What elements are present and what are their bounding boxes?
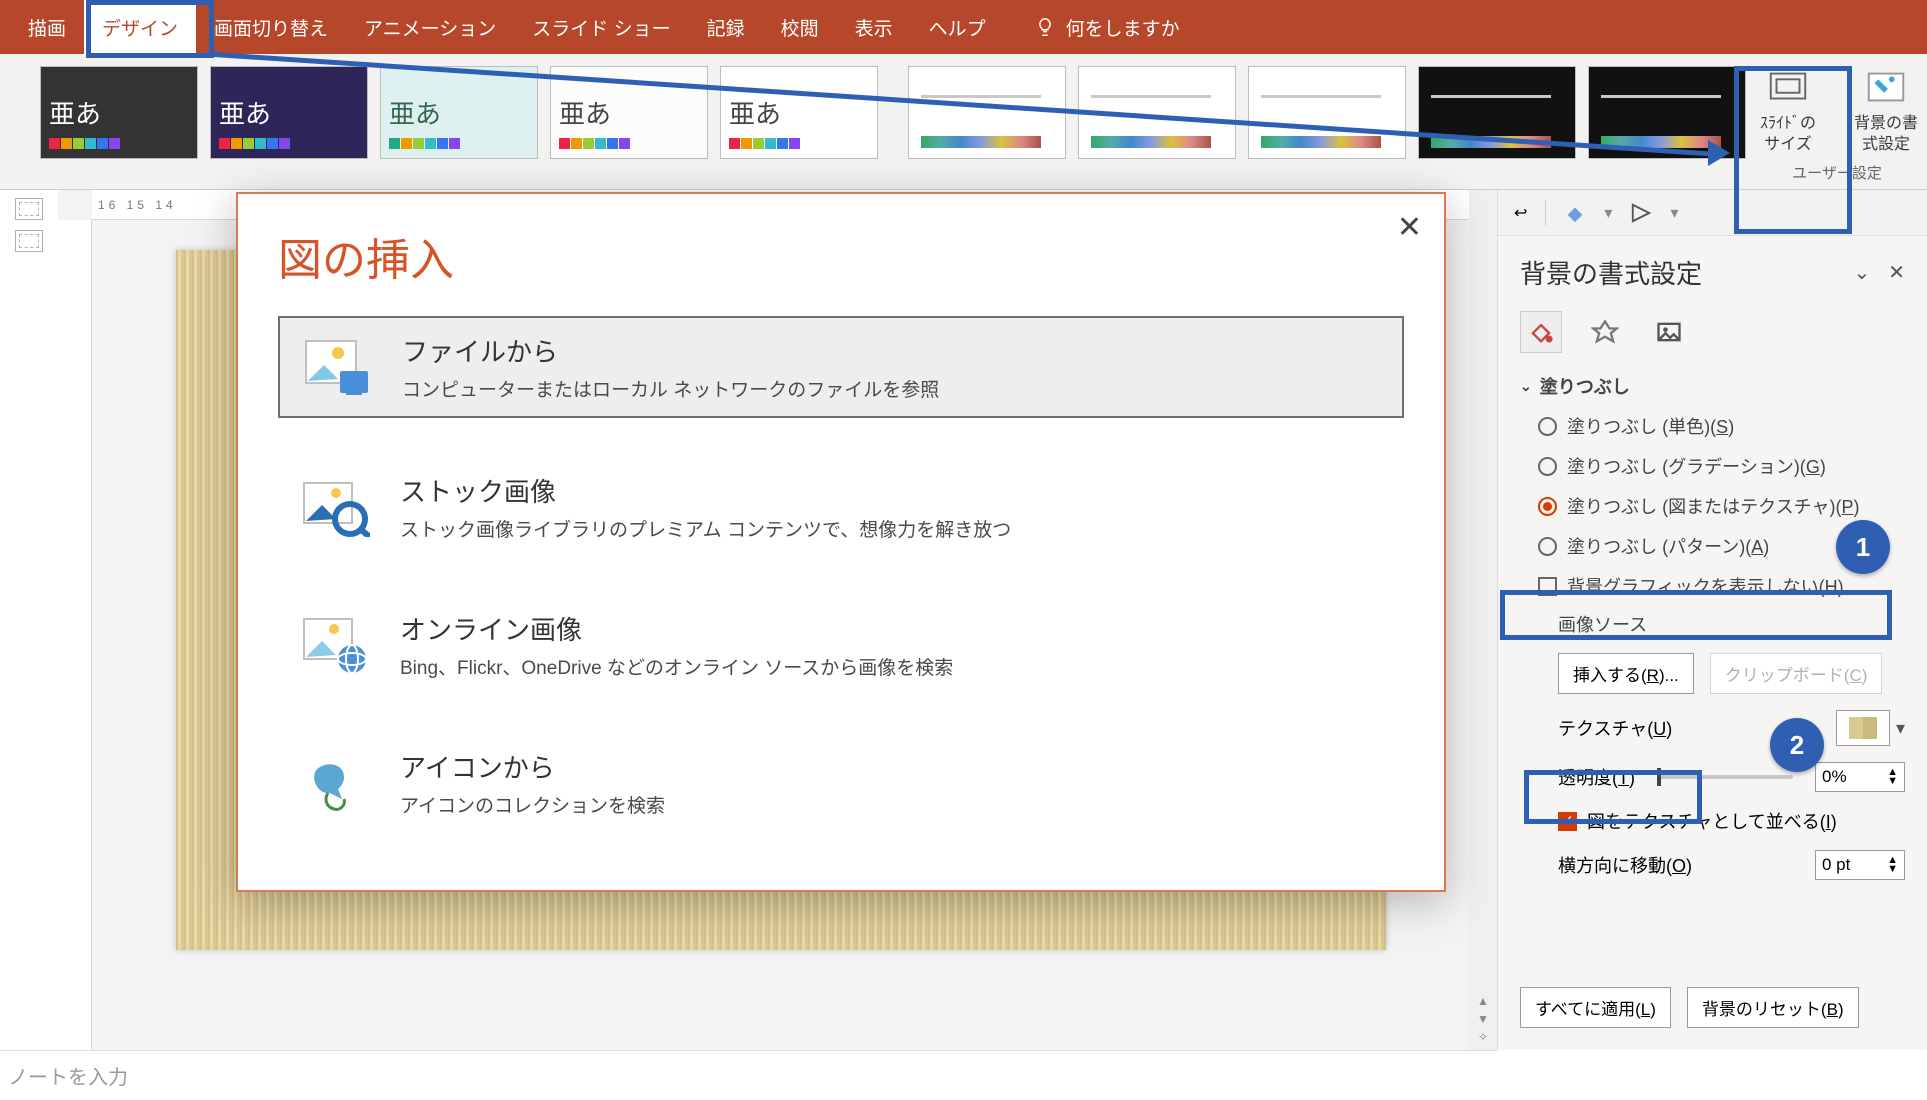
variant-thumb[interactable] <box>1248 66 1406 159</box>
tell-me-label: 何をしますか <box>1066 14 1180 41</box>
insert-picture-dialog: ✕ 図の挿入 ファイルからコンピューターまたはローカル ネットワークのファイルを… <box>236 192 1446 892</box>
tab-transitions[interactable]: 画面切り替え <box>196 0 346 55</box>
online-images-icon <box>300 615 370 675</box>
picture-tab-icon[interactable] <box>1648 311 1690 353</box>
fill-section-header[interactable]: ⌄塗りつぶし <box>1498 365 1927 407</box>
image-source-label: 画像ソース <box>1558 611 1905 637</box>
pane-title: 背景の書式設定 <box>1520 254 1702 291</box>
tab-record[interactable]: 記録 <box>689 0 763 55</box>
offset-x-label: 横方向に移動(O) <box>1558 852 1692 878</box>
option-from-icons[interactable]: アイコンからアイコンのコレクションを検索 <box>278 734 1404 832</box>
theme-thumb[interactable]: 亜あ <box>40 66 198 159</box>
option-desc: アイコンのコレクションを検索 <box>400 791 665 818</box>
format-background-button[interactable]: 背景の書 式設定 <box>1844 64 1927 156</box>
format-background-pane: ↩ ▾ ▾ 背景の書式設定 ⌄ ✕ ⌄塗りつぶし 塗りつぶし (単色)(S) 塗… <box>1497 190 1927 1050</box>
slide-size-label: ｽﾗｲﾄﾞの サイズ <box>1760 114 1816 156</box>
fill-picture-radio[interactable]: 塗りつぶし (図またはテクスチャ)(P) <box>1538 493 1905 519</box>
customize-group: ｽﾗｲﾄﾞの サイズ 背景の書 式設定 ユーザー設定 <box>1746 62 1927 183</box>
fill-solid-radio[interactable]: 塗りつぶし (単色)(S) <box>1538 413 1905 439</box>
slide-size-button[interactable]: ｽﾗｲﾄﾞの サイズ <box>1746 64 1830 156</box>
tab-review[interactable]: 校閲 <box>763 0 837 55</box>
insert-picture-button[interactable]: 挿入する(R)... <box>1558 653 1694 694</box>
ribbon-tabs: 描画 デザイン 画面切り替え アニメーション スライド ショー 記録 校閲 表示… <box>0 0 1927 54</box>
vertical-ruler <box>58 220 92 1050</box>
shape-fill-icon[interactable] <box>1564 202 1586 224</box>
file-picture-icon <box>302 337 372 397</box>
texture-label: テクスチャ(U) <box>1558 715 1672 741</box>
close-pane-icon[interactable]: ✕ <box>1888 260 1905 285</box>
hide-background-graphics-check[interactable]: 背景グラフィックを表示しない(H) <box>1538 573 1905 599</box>
transparency-slider[interactable] <box>1657 775 1793 779</box>
annotation-arrow-head <box>1708 140 1730 166</box>
fill-gradient-radio[interactable]: 塗りつぶし (グラデーション)(G) <box>1538 453 1905 479</box>
offset-x-value[interactable]: 0 pt▲▼ <box>1815 850 1905 880</box>
theme-thumb[interactable]: 亜あ <box>210 66 368 159</box>
tab-help[interactable]: ヘルプ <box>911 0 1004 55</box>
dropdown-icon[interactable]: ▾ <box>1896 718 1905 739</box>
tab-slideshow[interactable]: スライド ショー <box>514 0 688 55</box>
fill-tab-icon[interactable] <box>1520 311 1562 353</box>
customize-group-label: ユーザー設定 <box>1792 162 1882 183</box>
option-title: アイコンから <box>400 748 665 785</box>
tile-as-texture-check[interactable]: 図をテクスチャとして並べる(I) <box>1558 808 1905 834</box>
icons-icon <box>300 753 370 813</box>
slide-size-icon <box>1765 64 1811 110</box>
variant-thumb[interactable] <box>908 66 1066 159</box>
annotation-badge-2: 2 <box>1770 718 1824 772</box>
apply-to-all-button[interactable]: すべてに適用(L) <box>1520 987 1671 1028</box>
transparency-label: 透明度(T) <box>1558 764 1635 790</box>
tab-draw[interactable]: 描画 <box>10 0 84 55</box>
undo-icon[interactable]: ↩ <box>1514 203 1527 223</box>
option-online-images[interactable]: オンライン画像 Bing、Flickr、OneDrive などのオンライン ソース… <box>278 596 1404 694</box>
annotation-badge-1: 1 <box>1836 520 1890 574</box>
option-title: オンライン画像 <box>400 610 953 647</box>
texture-picker[interactable] <box>1836 710 1890 746</box>
dialog-title: 図の挿入 <box>238 194 1444 312</box>
option-title: ストック画像 <box>400 472 1011 509</box>
ribbon-content: 亜あ 亜あ 亜あ 亜あ 亜あ ｽﾗｲﾄﾞの サイズ 背景の書 式設定 ユーザー設… <box>0 54 1927 190</box>
collapse-icon[interactable]: ⌄ <box>1853 260 1870 285</box>
transparency-value[interactable]: 0%▲▼ <box>1815 762 1905 792</box>
effects-tab-icon[interactable] <box>1584 311 1626 353</box>
option-desc: コンピューターまたはローカル ネットワークのファイルを参照 <box>402 375 939 402</box>
tell-me-search[interactable]: 何をしますか <box>1034 14 1180 41</box>
option-desc: ストック画像ライブラリのプレミアム コンテンツで、想像力を解き放つ <box>400 515 1011 542</box>
slide-thumbnails-toolbar <box>0 190 58 1050</box>
format-background-label: 背景の書 式設定 <box>1854 114 1918 156</box>
stock-images-icon <box>300 477 370 537</box>
outline-toggle[interactable] <box>15 198 43 220</box>
pane-category-tabs <box>1498 301 1927 365</box>
option-title: ファイルから <box>402 332 939 369</box>
themes-gallery[interactable]: 亜あ 亜あ 亜あ 亜あ 亜あ <box>40 62 878 159</box>
thumbnail-toggle[interactable] <box>15 230 43 252</box>
tab-animations[interactable]: アニメーション <box>346 0 514 55</box>
option-stock-images[interactable]: ストック画像ストック画像ライブラリのプレミアム コンテンツで、想像力を解き放つ <box>278 458 1404 556</box>
theme-thumb[interactable]: 亜あ <box>380 66 538 159</box>
tab-design[interactable]: デザイン <box>84 0 196 55</box>
notes-input[interactable]: ノートを入力 <box>0 1050 1497 1100</box>
theme-thumb[interactable]: 亜あ <box>720 66 878 159</box>
pane-quick-tools: ↩ ▾ ▾ <box>1498 190 1927 236</box>
clipboard-button: クリップボード(C) <box>1710 653 1883 694</box>
lightbulb-icon <box>1034 16 1056 38</box>
reset-background-button[interactable]: 背景のリセット(B) <box>1687 987 1859 1028</box>
option-from-file[interactable]: ファイルからコンピューターまたはローカル ネットワークのファイルを参照 <box>278 316 1404 418</box>
vertical-scrollbar[interactable]: ▲▼✧ <box>1469 190 1497 1050</box>
close-icon[interactable]: ✕ <box>1397 210 1422 245</box>
shape-outline-icon[interactable] <box>1630 202 1652 224</box>
tab-view[interactable]: 表示 <box>837 0 911 55</box>
option-desc: Bing、Flickr、OneDrive などのオンライン ソースから画像を検索 <box>400 653 953 680</box>
format-background-icon <box>1863 64 1909 110</box>
